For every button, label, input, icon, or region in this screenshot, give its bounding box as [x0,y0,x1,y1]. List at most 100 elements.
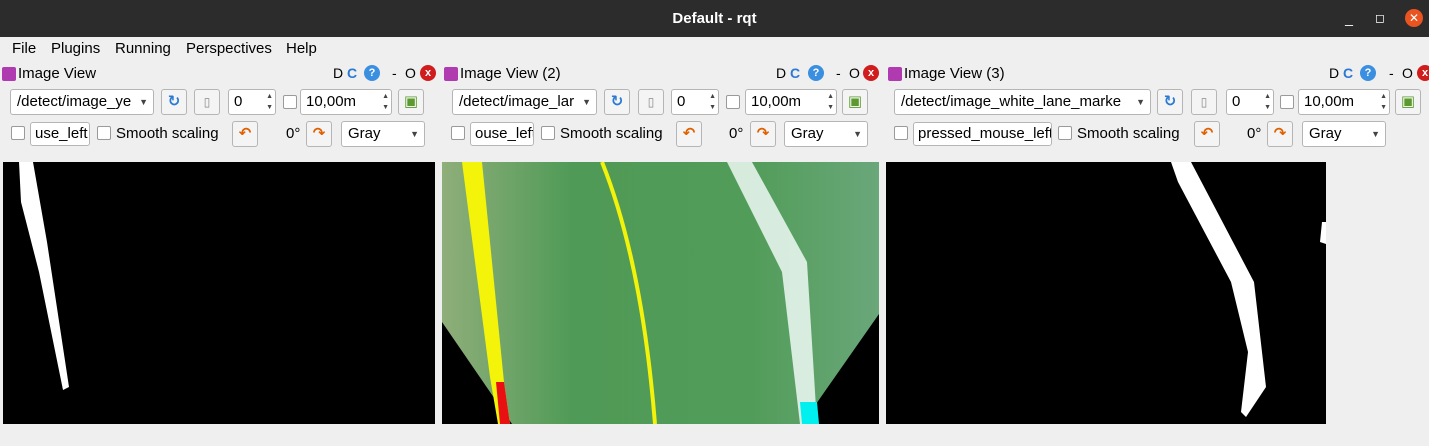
rotate-right-icon: ↷ [1273,125,1287,142]
minimize-panel-button[interactable]: - [836,65,841,81]
smooth-checkbox[interactable] [97,126,111,140]
rotate-right-icon: ↷ [756,125,770,142]
pause-icon: ▯ [203,95,211,109]
save-button[interactable]: ▣ [398,89,424,115]
rotate-right-button[interactable]: ↷ [750,121,776,147]
rotate-right-button[interactable]: ↷ [306,121,332,147]
menu-help[interactable]: Help [286,40,317,57]
spin-arrows-icon: ▲ ▼ [266,93,273,111]
save-icon: ▣ [1400,93,1416,110]
d-button[interactable]: D [1329,65,1339,81]
maximize-button[interactable]: ◻ [1371,9,1389,27]
help-button[interactable]: ? [808,65,824,81]
rotation-label: 0° [729,125,744,142]
delay-checkbox[interactable] [1280,95,1294,109]
help-button[interactable]: ? [364,65,380,81]
float-panel-button[interactable]: O [1402,65,1413,81]
rotate-left-button[interactable]: ↶ [232,121,258,147]
topic-combo[interactable]: /detect/image_white_lane_marke ▼ [894,89,1151,115]
topic-combo[interactable]: /detect/image_lar ▼ [452,89,597,115]
mouse-checkbox[interactable] [451,126,465,140]
mouse-checkbox[interactable] [894,126,908,140]
menu-plugins[interactable]: Plugins [51,40,100,57]
yellow-lane-mask [19,162,69,390]
save-button[interactable]: ▣ [842,89,868,115]
panel-title: Image View (3) [904,65,1005,82]
minimize-button[interactable]: _ [1340,9,1358,27]
refresh-button[interactable]: ↻ [604,89,630,115]
chevron-down-icon: ▼ [1371,129,1380,139]
close-button[interactable]: ✕ [1405,9,1423,27]
reload-button[interactable]: C [347,65,357,81]
rotation-label: 0° [286,125,301,142]
chevron-down-icon: ▼ [410,129,419,139]
smooth-checkbox[interactable] [1058,126,1072,140]
rotate-left-button[interactable]: ↶ [1194,121,1220,147]
image-view-panel-1: Image View D C ? - O x /detect/image_ye ▼… [0,61,440,441]
delay-spin[interactable]: 10,00m ▲ ▼ [1298,89,1390,115]
menu-running[interactable]: Running [115,40,171,57]
d-button[interactable]: D [776,65,786,81]
image-view-panel-2: Image View (2) D C ? - O x /detect/image… [442,61,886,441]
image-view-panel-3: Image View (3) D C ? - O x /detect/image… [886,61,1429,441]
topic-value: /detect/image_white_lane_marke [901,93,1122,110]
mouse-checkbox[interactable] [11,126,25,140]
color-value: Gray [1309,125,1342,142]
delay-value: 10,00m [306,93,357,110]
spin-arrows-icon: ▲ ▼ [827,93,834,111]
delay-value: 10,00m [1304,93,1355,110]
pause-button[interactable]: ▯ [194,89,220,115]
spin-box[interactable]: 0 ▲ ▼ [671,89,719,115]
color-combo[interactable]: Gray ▼ [1302,121,1386,147]
spin-value: 0 [1232,93,1241,110]
reload-button[interactable]: C [790,65,800,81]
d-button[interactable]: D [333,65,343,81]
plugin-icon [444,67,458,81]
save-button[interactable]: ▣ [1395,89,1421,115]
delay-spin[interactable]: 10,00m ▲ ▼ [300,89,392,115]
spin-arrows-icon: ▲ ▼ [1380,93,1387,111]
refresh-button[interactable]: ↻ [1157,89,1183,115]
topic-value: /detect/image_ye [17,93,132,110]
color-combo[interactable]: Gray ▼ [341,121,425,147]
smooth-label: Smooth scaling [1077,125,1180,142]
spin-arrows-icon: ▲ ▼ [382,93,389,111]
help-button[interactable]: ? [1360,65,1376,81]
minimize-panel-button[interactable]: - [392,65,397,81]
reload-button[interactable]: C [1343,65,1353,81]
mouse-topic-field[interactable]: use_left [30,122,90,146]
mouse-topic-field[interactable]: pressed_mouse_left [913,122,1052,146]
refresh-button[interactable]: ↻ [161,89,187,115]
delay-spin[interactable]: 10,00m ▲ ▼ [745,89,837,115]
color-value: Gray [791,125,824,142]
rotate-right-icon: ↷ [312,125,326,142]
pause-button[interactable]: ▯ [638,89,664,115]
image-display[interactable] [886,162,1326,424]
smooth-label: Smooth scaling [560,125,663,142]
image-display[interactable] [3,162,435,424]
spin-box[interactable]: 0 ▲ ▼ [228,89,276,115]
topic-combo[interactable]: /detect/image_ye ▼ [10,89,154,115]
title-bar: Default - rqt _ ◻ ✕ [0,0,1429,37]
float-panel-button[interactable]: O [849,65,860,81]
color-combo[interactable]: Gray ▼ [784,121,868,147]
rotate-left-button[interactable]: ↶ [676,121,702,147]
delay-checkbox[interactable] [726,95,740,109]
mouse-topic-field[interactable]: ouse_left [470,122,534,146]
pause-button[interactable]: ▯ [1191,89,1217,115]
close-panel-button[interactable]: x [863,65,879,81]
pause-icon: ▯ [1200,95,1208,109]
minimize-panel-button[interactable]: - [1389,65,1394,81]
close-panel-button[interactable]: x [1417,65,1429,81]
spin-box[interactable]: 0 ▲ ▼ [1226,89,1274,115]
menu-file[interactable]: File [12,40,36,57]
image-display[interactable] [442,162,879,424]
rotate-left-icon: ↶ [1200,125,1214,142]
smooth-checkbox[interactable] [541,126,555,140]
float-panel-button[interactable]: O [405,65,416,81]
rotate-right-button[interactable]: ↷ [1267,121,1293,147]
menu-perspectives[interactable]: Perspectives [186,40,272,57]
close-panel-button[interactable]: x [420,65,436,81]
delay-checkbox[interactable] [283,95,297,109]
chevron-down-icon: ▼ [853,129,862,139]
